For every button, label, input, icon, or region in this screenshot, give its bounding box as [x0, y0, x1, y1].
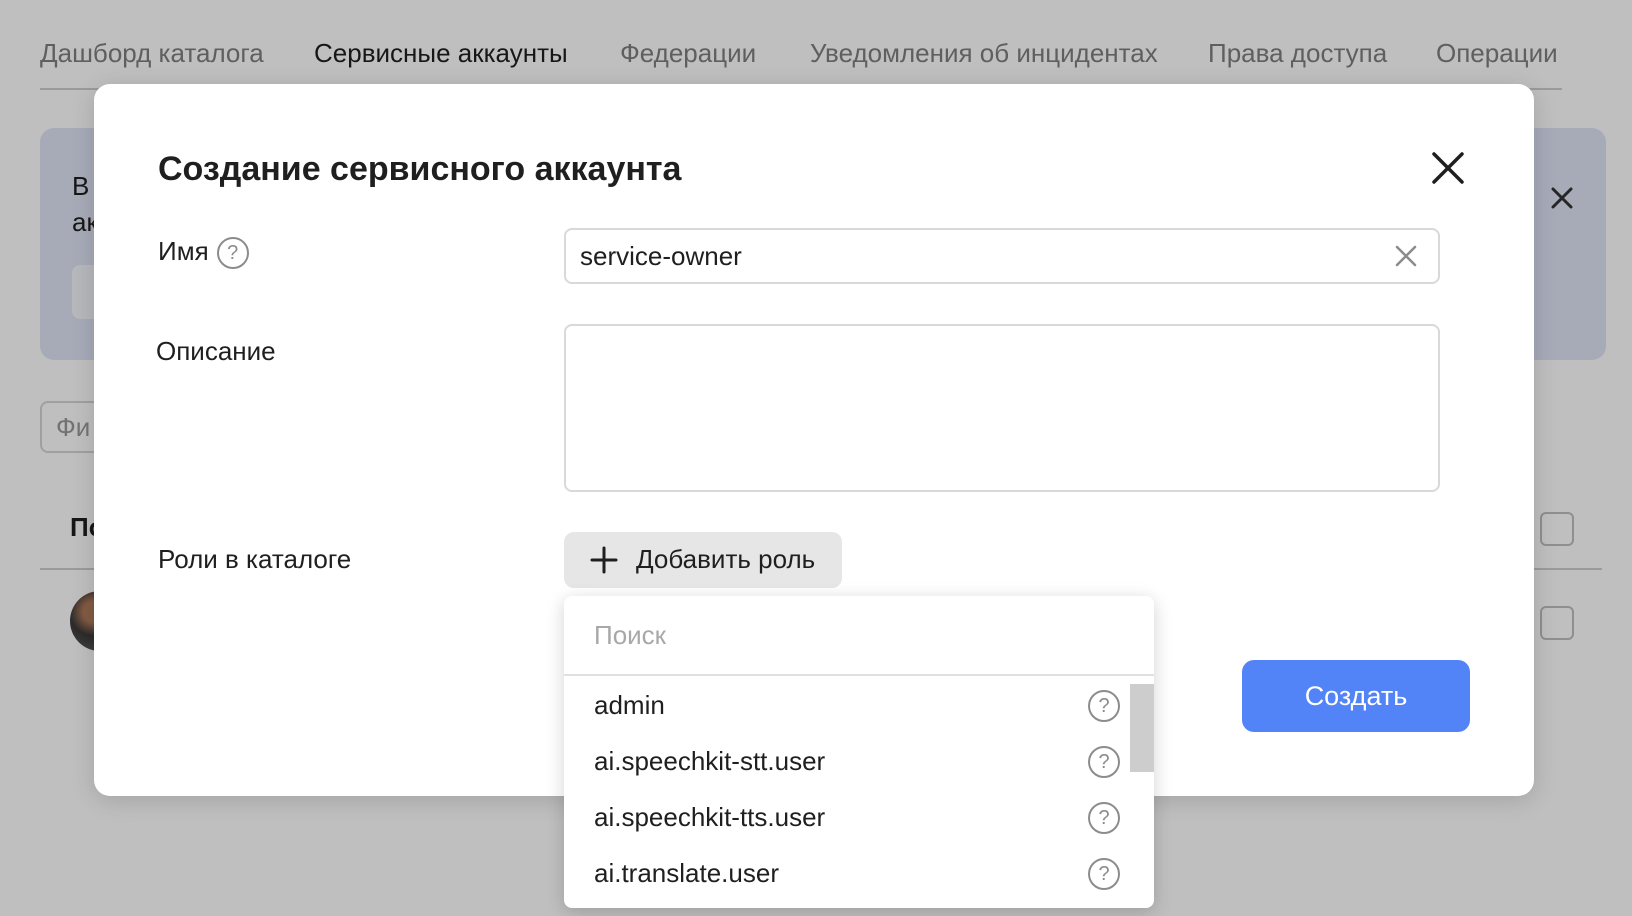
role-name: ai.translate.user: [594, 858, 779, 888]
help-icon[interactable]: ?: [216, 237, 249, 270]
role-option-speechkit-tts[interactable]: ai.speechkit-tts.user ?: [564, 790, 1154, 846]
help-icon[interactable]: ?: [1088, 858, 1120, 890]
clear-icon[interactable]: [1394, 244, 1418, 268]
role-search-input[interactable]: [564, 596, 1154, 676]
description-label: Описание: [156, 336, 276, 366]
help-icon[interactable]: ?: [1088, 802, 1120, 834]
help-icon[interactable]: ?: [1088, 746, 1120, 778]
name-label-text: Имя: [158, 236, 209, 266]
page: Дашборд каталога Сервисные аккаунты Феде…: [0, 0, 1632, 916]
role-name: ai.speechkit-tts.user: [594, 802, 826, 832]
roles-label: Роли в каталоге: [158, 544, 352, 574]
plus-icon: [590, 546, 618, 574]
name-label: Имя?: [158, 236, 249, 270]
help-icon[interactable]: ?: [1088, 690, 1120, 722]
close-icon[interactable]: [1430, 150, 1466, 186]
role-name: admin: [594, 690, 665, 720]
dialog-title: Создание сервисного аккаунта: [158, 150, 682, 188]
role-list: admin ? ai.speechkit-stt.user ? ai.speec…: [564, 678, 1154, 902]
role-dropdown: admin ? ai.speechkit-stt.user ? ai.speec…: [564, 596, 1154, 908]
role-option-admin[interactable]: admin ?: [564, 678, 1154, 734]
add-role-label: Добавить роль: [636, 544, 816, 574]
role-option-translate[interactable]: ai.translate.user ?: [564, 846, 1154, 902]
create-button[interactable]: Создать: [1242, 660, 1470, 732]
add-role-button[interactable]: Добавить роль: [564, 532, 842, 588]
role-option-speechkit-stt[interactable]: ai.speechkit-stt.user ?: [564, 734, 1154, 790]
name-input[interactable]: [564, 228, 1440, 284]
description-field[interactable]: [564, 324, 1440, 492]
scrollbar[interactable]: [1130, 684, 1154, 772]
role-name: ai.speechkit-stt.user: [594, 746, 826, 776]
